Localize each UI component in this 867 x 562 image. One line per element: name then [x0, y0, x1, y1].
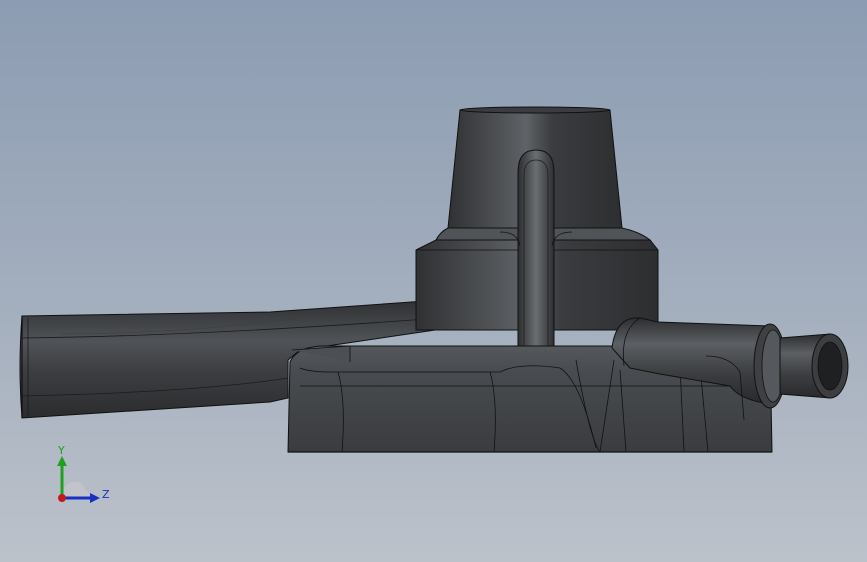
part-model[interactable]	[19, 106, 849, 453]
triad-shadow	[62, 481, 92, 498]
y-axis-arrow	[57, 456, 67, 466]
y-axis-label: Y	[57, 444, 65, 457]
orientation-triad[interactable]: Y Z	[40, 440, 120, 515]
z-axis-label: Z	[102, 488, 110, 501]
x-axis-dot	[58, 494, 66, 502]
z-axis-arrow	[90, 493, 100, 503]
cad-viewport[interactable]	[0, 0, 867, 562]
